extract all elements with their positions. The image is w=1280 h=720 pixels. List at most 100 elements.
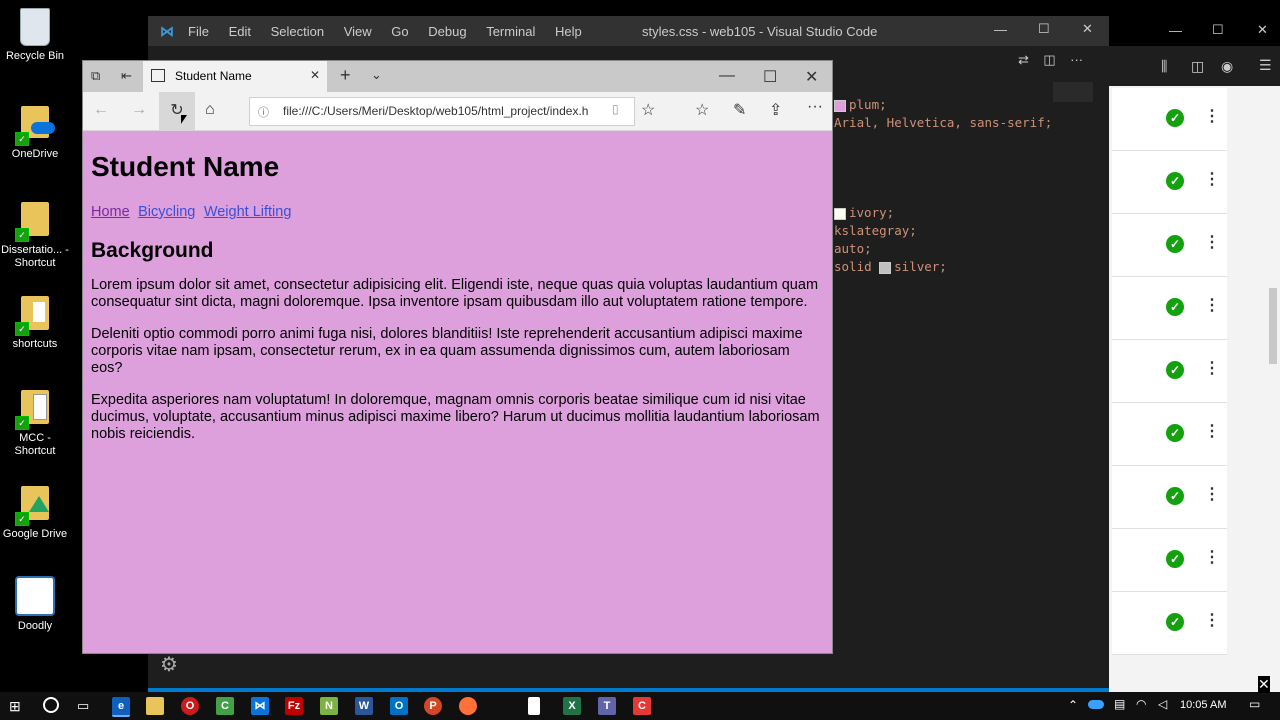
minimap[interactable]	[1053, 82, 1093, 102]
home-icon[interactable]: ⌂	[205, 101, 215, 119]
menu-icon[interactable]: ☰	[1259, 57, 1272, 74]
kebab-menu-icon[interactable]: ⋮	[1204, 421, 1220, 441]
more-actions-icon[interactable]: ···	[1070, 52, 1083, 67]
kebab-menu-icon[interactable]: ⋮	[1204, 232, 1220, 252]
refresh-icon[interactable]: ↻	[159, 92, 195, 130]
cortana-icon[interactable]	[43, 697, 59, 713]
outlook-icon[interactable]: O	[390, 697, 408, 715]
menu-file[interactable]: File	[188, 24, 209, 39]
nav-link-bicycling[interactable]: Bicycling	[138, 204, 195, 220]
reading-view-icon[interactable]: ▯	[612, 102, 619, 116]
notepadpp-icon[interactable]: N	[320, 697, 338, 715]
kebab-menu-icon[interactable]: ⋮	[1204, 295, 1220, 315]
list-item[interactable]: ✓ ⋮	[1112, 88, 1227, 151]
close-icon[interactable]: ✕	[1257, 22, 1268, 38]
opera-icon[interactable]: O	[181, 697, 199, 715]
desktop-icon-dissertation[interactable]: ✓ Dissertatio... - Shortcut	[0, 200, 70, 270]
new-tab-icon[interactable]: +	[340, 65, 351, 86]
onedrive-tray-icon[interactable]	[1088, 700, 1104, 709]
tab-student-name[interactable]: Student Name ✕	[143, 61, 327, 92]
close-icon[interactable]: ✕	[1082, 21, 1093, 37]
minimize-icon[interactable]: —	[1169, 23, 1182, 38]
code-line: Arial, Helvetica, sans-serif;	[834, 115, 1053, 130]
list-item[interactable]: ✓ ⋮	[1112, 592, 1227, 655]
desktop-icon-doodly[interactable]: Doodly	[0, 576, 70, 633]
menu-terminal[interactable]: Terminal	[486, 24, 535, 39]
list-item[interactable]: ✓ ⋮	[1112, 529, 1227, 592]
favorite-star-icon[interactable]: ☆	[641, 100, 655, 120]
nav-link-weight-lifting[interactable]: Weight Lifting	[204, 204, 292, 220]
start-windows-icon[interactable]: ⊞	[9, 698, 21, 715]
word-icon[interactable]: W	[355, 697, 373, 715]
maximize-icon[interactable]: ☐	[763, 67, 777, 87]
document-icon[interactable]	[528, 697, 540, 715]
account-icon[interactable]: ◉	[1221, 58, 1233, 75]
powerpoint-icon[interactable]: P	[424, 697, 442, 715]
task-view-icon[interactable]: ▭	[77, 698, 89, 714]
url-input[interactable]: ⓘ file:///C:/Users/Meri/Desktop/web105/h…	[249, 97, 635, 126]
desktop-icon-mcc[interactable]: ✓ MCC - Shortcut	[0, 388, 70, 458]
maximize-icon[interactable]: ☐	[1038, 21, 1050, 37]
close-notification-icon[interactable]: ✕	[1258, 676, 1270, 693]
minimize-icon[interactable]: —	[994, 22, 1007, 37]
kebab-menu-icon[interactable]: ⋮	[1204, 547, 1220, 567]
file-explorer-icon[interactable]	[146, 697, 164, 715]
settings-gear-icon[interactable]: ⚙	[160, 652, 178, 677]
kebab-menu-icon[interactable]: ⋮	[1204, 358, 1220, 378]
kebab-menu-icon[interactable]: ⋮	[1204, 610, 1220, 630]
list-item[interactable]: ✓ ⋮	[1112, 277, 1227, 340]
tray-icon[interactable]: ▤	[1114, 697, 1125, 711]
volume-icon[interactable]: ◁	[1158, 697, 1167, 711]
share-icon[interactable]: ⇪	[769, 100, 782, 120]
kebab-menu-icon[interactable]: ⋮	[1204, 169, 1220, 189]
vscode-icon[interactable]: ⋈	[251, 697, 269, 715]
library-icon[interactable]: ⫼	[1161, 58, 1167, 75]
firefox-icon[interactable]	[459, 697, 477, 715]
list-item[interactable]: ✓ ⋮	[1112, 340, 1227, 403]
list-item[interactable]: ✓ ⋮	[1112, 214, 1227, 277]
wifi-icon[interactable]: ◠	[1136, 697, 1146, 711]
teams-icon[interactable]: T	[598, 697, 616, 715]
nav-link-home[interactable]: Home	[91, 204, 130, 220]
desktop-icon-google-drive[interactable]: ✓ Google Drive	[0, 484, 70, 541]
list-item[interactable]: ✓ ⋮	[1112, 403, 1227, 466]
menu-go[interactable]: Go	[391, 24, 408, 39]
app-icon[interactable]: C	[633, 697, 651, 715]
tab-preview-icon[interactable]: ⧉	[91, 68, 100, 84]
compare-icon[interactable]: ⇄	[1018, 52, 1029, 67]
minimize-icon[interactable]: —	[719, 67, 735, 85]
desktop-icon-recycle-bin[interactable]: Recycle Bin	[0, 8, 70, 63]
menu-edit[interactable]: Edit	[229, 24, 251, 39]
chevron-up-icon[interactable]: ⌃	[1068, 698, 1078, 712]
pen-icon[interactable]: ✎	[733, 100, 746, 120]
menu-selection[interactable]: Selection	[271, 24, 324, 39]
desktop-icon-shortcuts[interactable]: ✓ shortcuts	[0, 294, 70, 351]
camtasia-icon[interactable]: C	[216, 697, 234, 715]
close-tab-icon[interactable]: ✕	[310, 68, 320, 82]
more-icon[interactable]: ···	[807, 98, 823, 116]
edge-icon[interactable]: e	[112, 697, 130, 717]
menu-debug[interactable]: Debug	[428, 24, 466, 39]
code-editor[interactable]: plum; Arial, Helvetica, sans-serif; ivor…	[834, 96, 1052, 276]
maximize-icon[interactable]: ☐	[1212, 22, 1224, 38]
forward-icon[interactable]: →	[131, 101, 147, 119]
filezilla-icon[interactable]: Fz	[285, 697, 303, 715]
back-icon[interactable]: ←	[93, 101, 109, 119]
list-item[interactable]: ✓ ⋮	[1112, 151, 1227, 214]
kebab-menu-icon[interactable]: ⋮	[1204, 106, 1220, 126]
desktop-icon-onedrive[interactable]: ✓ OneDrive	[0, 104, 70, 161]
favorites-hub-icon[interactable]: ☆	[695, 100, 709, 120]
excel-icon[interactable]: X	[563, 697, 581, 715]
split-editor-icon[interactable]: ◫	[1043, 52, 1055, 67]
sidebar-icon[interactable]: ◫	[1191, 58, 1204, 75]
chevron-down-icon[interactable]: ⌄	[371, 67, 382, 83]
scrollbar[interactable]	[1269, 288, 1277, 364]
set-tabs-aside-icon[interactable]: ⇤	[121, 68, 132, 84]
close-icon[interactable]: ✕	[805, 67, 818, 87]
menu-view[interactable]: View	[344, 24, 372, 39]
menu-help[interactable]: Help	[555, 24, 582, 39]
kebab-menu-icon[interactable]: ⋮	[1204, 484, 1220, 504]
clock[interactable]: 10:05 AM	[1180, 699, 1226, 711]
notifications-icon[interactable]: ▭	[1249, 697, 1260, 711]
list-item[interactable]: ✓ ⋮	[1112, 466, 1227, 529]
